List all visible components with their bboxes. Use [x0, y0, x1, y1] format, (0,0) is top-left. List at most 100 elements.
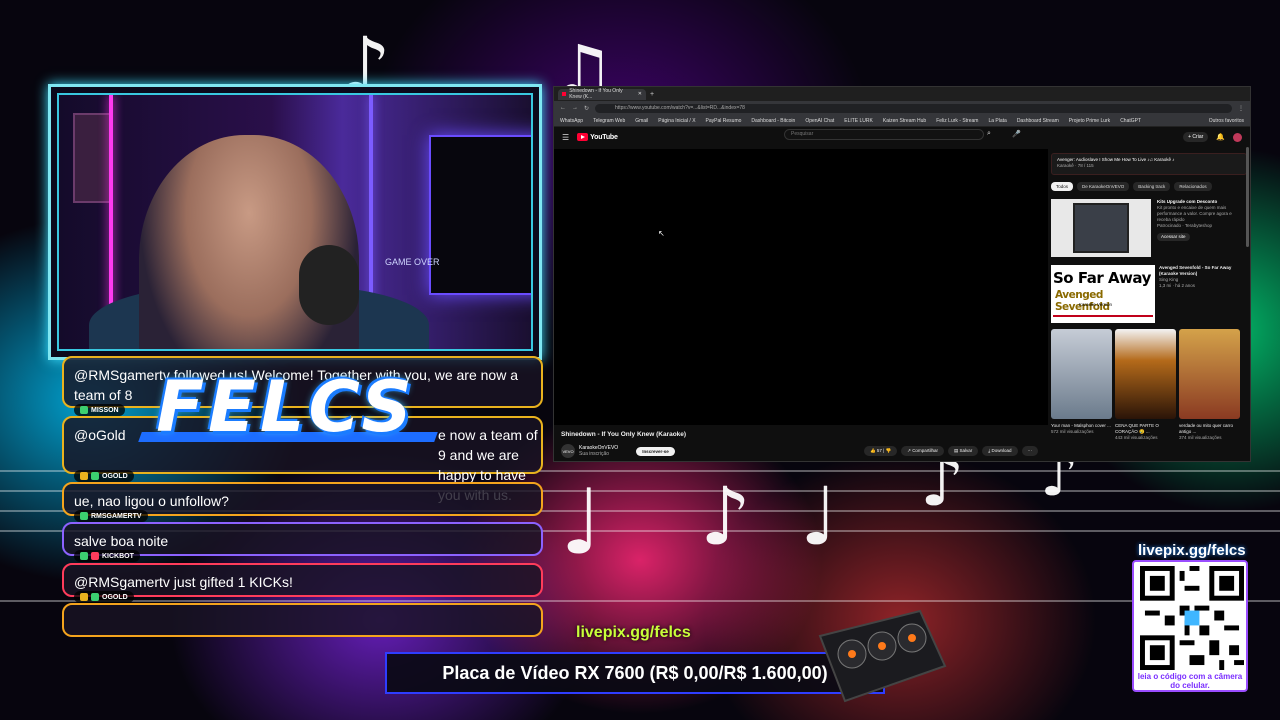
chat-username: OGOLD: [102, 472, 128, 480]
bookmark-item[interactable]: Dashboard - Bitcoin: [751, 118, 795, 124]
bookmark-item[interactable]: OpenAI Chat: [805, 118, 834, 124]
scrollbar[interactable]: [1246, 147, 1249, 247]
ad-cta-button[interactable]: Acessar site: [1157, 233, 1190, 241]
ad-thumbnail: [1051, 199, 1151, 257]
video-player[interactable]: ↖: [554, 149, 1048, 425]
reload-icon[interactable]: ↻: [584, 105, 589, 112]
like-button[interactable]: 👍 57 | 👎: [864, 446, 898, 456]
channel-subscription: Sua inscrição: [579, 451, 610, 457]
bookmark-item[interactable]: Projeto Prime Lurk: [1069, 118, 1110, 124]
pc-case-image: [1073, 203, 1129, 253]
game-over-sign: GAME OVER: [385, 257, 440, 267]
url-field[interactable]: https://www.youtube.com/watch?v=...&list…: [595, 103, 1232, 113]
search-icon[interactable]: ⌕: [987, 130, 991, 138]
browser-window: Shinedown - If You Only Knew (K... ✕ + ←…: [553, 86, 1251, 462]
recommended-meta: 1,3 mi · há 2 anos: [1159, 283, 1196, 288]
bookmark-folder[interactable]: Outros favoritos: [1209, 118, 1244, 124]
sponsored-ad[interactable]: Kits Upgrade com Desconto Kit pronto e e…: [1051, 199, 1247, 259]
bookmark-item[interactable]: La Plata: [988, 118, 1006, 124]
chat-message: [62, 603, 543, 637]
create-button[interactable]: + Criar: [1183, 132, 1209, 142]
microphone-icon[interactable]: 🎤: [1012, 130, 1021, 138]
qr-caption: leia o código com a câmera do celular.: [1137, 672, 1243, 690]
qr-card: leia o código com a câmera do celular.: [1132, 560, 1248, 692]
bookmark-item[interactable]: Kaizen Stream Hub: [883, 118, 926, 124]
bot-badge-icon: [91, 552, 99, 560]
short-caption: Your man - Malsphon cover ... 572 mil vi…: [1051, 423, 1111, 435]
bookmarks-bar: WhatsApp Telegram Web Gmail Página Inici…: [554, 115, 1250, 127]
subscribe-button[interactable]: Inscrever-se: [636, 446, 675, 456]
bookmark-item[interactable]: ELITE LURK: [844, 118, 873, 124]
chat-username: RMSGAMERTV: [91, 512, 142, 520]
chat-message-text: @RMSgamertv just gifted 1 KICKs!: [74, 574, 293, 590]
chip-all[interactable]: Todos: [1051, 182, 1074, 191]
short-thumbnail: [1179, 329, 1240, 419]
chip-related[interactable]: Relacionados: [1174, 182, 1212, 191]
short-item[interactable]: CENA QUE PARTE O CORAÇÃO 😢 ... 443 mil v…: [1115, 329, 1176, 440]
save-label: Salvar: [959, 448, 973, 453]
save-button[interactable]: ▤ Salvar: [947, 446, 979, 456]
donation-goal-text: Placa de Vídeo RX 7600 (R$ 0,00/R$ 1.600…: [442, 662, 828, 683]
thumbnail-title: So Far Away: [1053, 269, 1151, 287]
bookmark-item[interactable]: PayPal Resumo: [706, 118, 742, 124]
subscriber-badge-icon: [91, 472, 99, 480]
video-title: Shinedown - If You Only Knew (Karaoke): [561, 431, 687, 438]
bookmark-item[interactable]: Página Inicial / X: [658, 118, 695, 124]
short-thumbnail: [1115, 329, 1176, 419]
short-caption: verdade ou mito quer carro antigo ... 37…: [1179, 423, 1239, 441]
short-title: verdade ou mito quer carro antigo ...: [1179, 423, 1234, 434]
recommended-video-info[interactable]: Avenged Sevenfold - So Far Away (Karaoke…: [1159, 265, 1247, 289]
forward-icon[interactable]: →: [572, 105, 578, 111]
short-title: CENA QUE PARTE O CORAÇÃO 😢 ...: [1115, 423, 1159, 434]
gift-badge-icon: [80, 593, 88, 601]
music-staff-line: [0, 600, 1280, 602]
share-button[interactable]: ↗ Compartilhar: [901, 446, 944, 456]
recommended-video-thumbnail[interactable]: So Far Away Avenged Sevenfold Karaoke Ve…: [1051, 265, 1155, 323]
extensions-icon[interactable]: ⋮: [1238, 105, 1244, 112]
notifications-bell-icon[interactable]: 🔔: [1216, 133, 1225, 141]
filter-chips: Todos De KaraokeOnVEVO Backing track Rel…: [1051, 182, 1247, 191]
chat-user-tag: MISSON: [74, 404, 125, 416]
graphics-card-image: [818, 609, 947, 703]
bookmark-item[interactable]: Gmail: [635, 118, 648, 124]
qr-code-image: [1140, 566, 1244, 670]
ad-sponsor: Patrocinado · Terabyteshop: [1157, 223, 1212, 228]
microphone: [299, 245, 359, 325]
youtube-logo[interactable]: YouTube: [577, 133, 618, 141]
like-count: 57: [876, 448, 882, 453]
address-bar-row: ← → ↻ https://www.youtube.com/watch?v=..…: [554, 101, 1250, 115]
short-item[interactable]: verdade ou mito quer carro antigo ... 37…: [1179, 329, 1240, 440]
bookmark-item[interactable]: Telegram Web: [593, 118, 625, 124]
back-icon[interactable]: ←: [560, 105, 566, 111]
download-button[interactable]: ⤓ Download: [982, 446, 1018, 456]
thumbnail-subtitle: Karaoke Version: [1079, 302, 1113, 307]
mouse-cursor-icon: ↖: [658, 229, 665, 238]
tab-youtube[interactable]: Shinedown - If You Only Knew (K... ✕: [558, 88, 646, 100]
thumbnail-artist: Avenged Sevenfold: [1055, 289, 1110, 313]
chip-backing-track[interactable]: Backing track: [1133, 182, 1171, 191]
short-caption: CENA QUE PARTE O CORAÇÃO 😢 ... 443 mil v…: [1115, 423, 1175, 441]
bookmark-item[interactable]: WhatsApp: [560, 118, 583, 124]
verified-badge-icon: [80, 552, 88, 560]
ad-description: Kit pronto e encaixe de quem mais perfor…: [1157, 205, 1232, 222]
menu-icon[interactable]: ☰: [562, 133, 569, 142]
new-tab-icon[interactable]: +: [650, 91, 654, 98]
search-input[interactable]: Pesquisar: [784, 129, 984, 140]
shorts-shelf: Your man - Malsphon cover ... 572 mil vi…: [1051, 329, 1240, 440]
playlist-panel[interactable]: Avenger: Audioslave I Show Me How To Liv…: [1051, 153, 1247, 175]
chat-user-tag: OGOLD: [74, 470, 134, 482]
bookmark-item[interactable]: ChatGPT: [1120, 118, 1141, 124]
close-tab-icon[interactable]: ✕: [638, 91, 642, 97]
chip-channel[interactable]: De KaraokeOnVEVO: [1077, 182, 1130, 191]
chat-username: KICKBOT: [102, 552, 134, 560]
chat-message-text: @oGold: [74, 427, 126, 443]
subscriber-badge-icon: [80, 512, 88, 520]
avatar[interactable]: [1233, 132, 1242, 142]
short-item[interactable]: Your man - Malsphon cover ... 572 mil vi…: [1051, 329, 1112, 434]
chat-user-tag: OGOLD: [74, 591, 134, 603]
bookmark-item[interactable]: Feliz Lurk - Stream: [936, 118, 978, 124]
bookmark-item[interactable]: Dashboard Stream: [1017, 118, 1059, 124]
channel-avatar[interactable]: VEVO: [561, 444, 575, 458]
more-actions-icon[interactable]: ⋯: [1021, 446, 1038, 456]
youtube-wordmark: YouTube: [590, 133, 618, 141]
